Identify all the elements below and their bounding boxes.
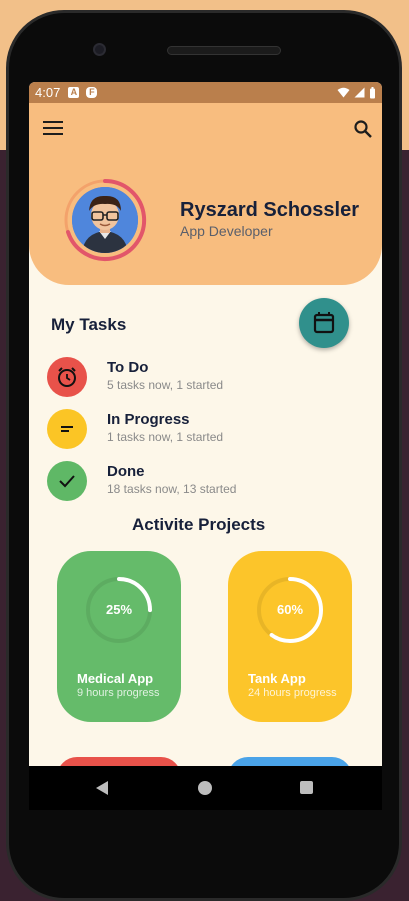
- alarm-icon: [58, 367, 76, 387]
- my-tasks-heading: My Tasks: [51, 315, 126, 335]
- progress-percent: 25%: [105, 602, 133, 617]
- task-subtitle: 1 tasks now, 1 started: [107, 430, 224, 444]
- wifi-icon: [337, 87, 350, 98]
- avatar: [72, 187, 138, 253]
- search-icon[interactable]: [353, 119, 373, 139]
- task-title: To Do: [107, 359, 149, 376]
- user-role: App Developer: [180, 223, 273, 239]
- project-card-tank[interactable]: 60% Tank App 24 hours progress: [228, 551, 352, 722]
- recents-icon[interactable]: [300, 781, 313, 794]
- my-tasks-title: My Tasks: [51, 315, 127, 334]
- task-title: In Progress: [107, 411, 190, 428]
- notes-icon: [61, 426, 73, 432]
- project-card-partial[interactable]: [57, 757, 181, 766]
- profile-header: Ryszard Schossler App Developer: [29, 103, 382, 285]
- front-camera: [93, 43, 106, 56]
- check-icon: [59, 475, 75, 488]
- status-time: 4:07: [35, 85, 61, 100]
- task-in-progress[interactable]: In Progress 1 tasks now, 1 started: [47, 409, 367, 453]
- menu-icon[interactable]: [43, 121, 63, 137]
- android-nav-bar: [29, 766, 382, 810]
- earpiece-speaker: [167, 46, 281, 55]
- progress-percent: 60%: [276, 602, 304, 617]
- calendar-icon: [313, 312, 335, 334]
- project-name: Tank App: [248, 671, 306, 686]
- home-icon[interactable]: [198, 781, 212, 795]
- notification-a-icon: A: [68, 87, 80, 98]
- notification-f-icon: F: [86, 87, 98, 98]
- project-subtitle: 24 hours progress: [248, 687, 337, 699]
- app-screen: 4:07 A F Ryszard Schossler App Developer…: [29, 82, 382, 766]
- calendar-button[interactable]: [299, 298, 349, 348]
- task-todo-icon-bg: [47, 357, 87, 397]
- task-title: Done: [107, 463, 145, 480]
- back-icon[interactable]: [96, 781, 108, 795]
- project-name: Medical App: [77, 671, 154, 686]
- task-subtitle: 5 tasks now, 1 started: [107, 378, 224, 392]
- project-card-medical[interactable]: 25% Medical App 9 hours progress: [57, 551, 181, 722]
- project-subtitle: 9 hours progress: [77, 687, 160, 699]
- battery-icon: [370, 86, 375, 98]
- project-card-partial[interactable]: [228, 757, 352, 766]
- projects-heading: Activite Projects: [132, 515, 265, 535]
- task-todo[interactable]: To Do 5 tasks now, 1 started: [47, 357, 367, 401]
- projects-title: Activite Projects: [132, 515, 266, 534]
- avatar-progress[interactable]: [63, 178, 147, 262]
- task-done-icon-bg: [47, 461, 87, 501]
- task-done[interactable]: Done 18 tasks now, 13 started: [47, 461, 367, 505]
- task-in-progress-icon-bg: [47, 409, 87, 449]
- status-icons: [337, 86, 376, 99]
- user-name: Ryszard Schossler: [180, 199, 359, 221]
- task-subtitle: 18 tasks now, 13 started: [107, 482, 237, 496]
- signal-icon: [354, 87, 365, 98]
- status-bar: 4:07 A F: [29, 82, 382, 103]
